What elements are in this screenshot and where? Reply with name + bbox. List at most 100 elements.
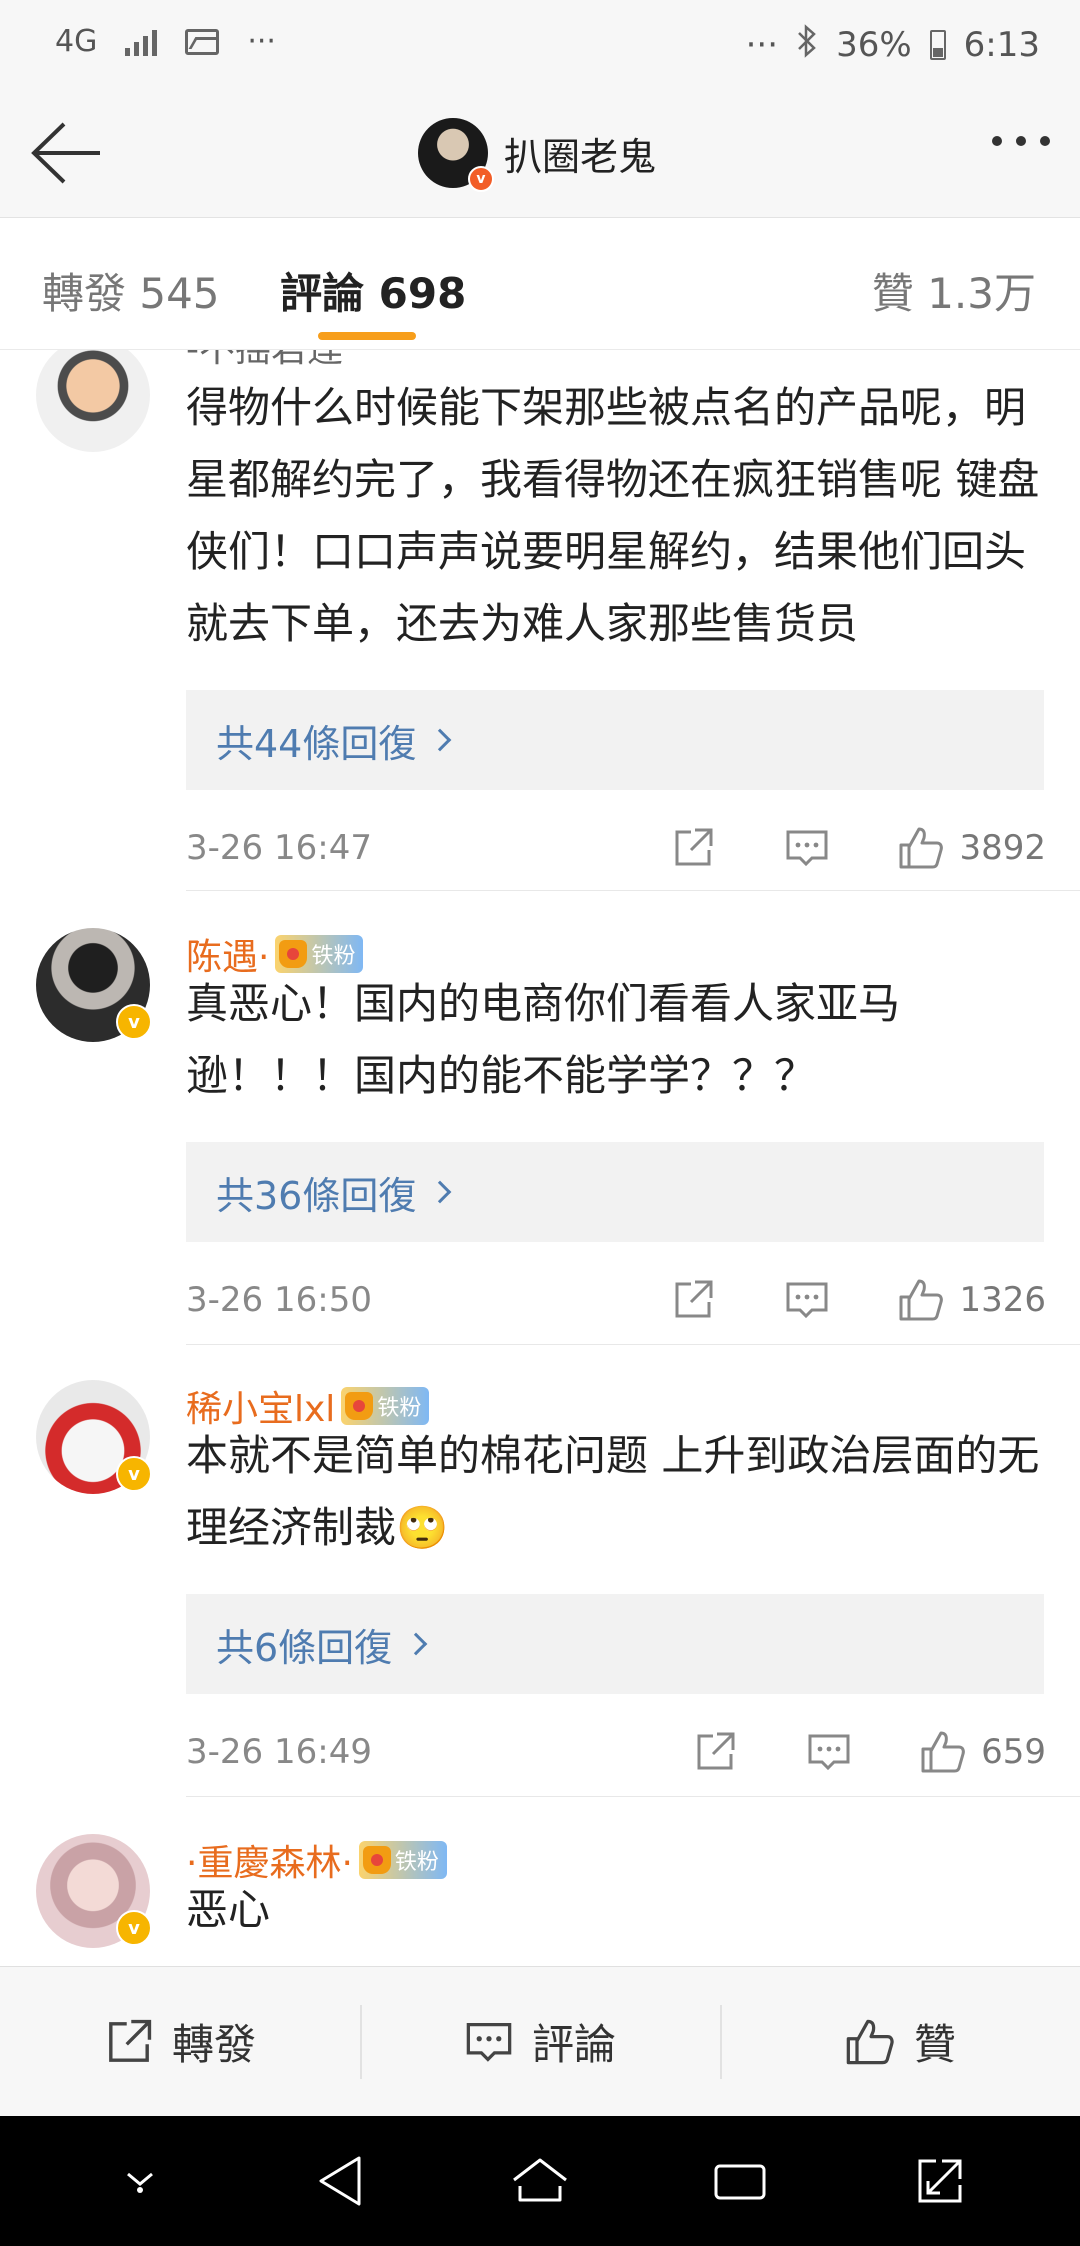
- expand-nav-button[interactable]: [900, 2141, 980, 2221]
- chevron-right-icon: [429, 728, 452, 752]
- commenter-avatar[interactable]: v: [36, 1380, 152, 1494]
- replies-count: 共6條回復: [216, 1625, 393, 1670]
- comment-compose-button[interactable]: 評論: [360, 1967, 720, 2116]
- commenter-avatar[interactable]: [36, 350, 150, 452]
- comment-text: 得物什么时候能下架那些被点名的产品呢，明星都解约完了，我看得物还在疯狂销售呢 键…: [186, 383, 1040, 648]
- like-count: 659: [981, 1732, 1046, 1772]
- comment-divider: [186, 1344, 1080, 1345]
- thumbs-up-icon: [921, 1731, 965, 1773]
- verified-badge-icon: v: [116, 1910, 152, 1946]
- commenter-name[interactable]: -不摇君莲: [186, 350, 343, 372]
- header-bar: v 扒圈老鬼: [0, 90, 1080, 218]
- battery-percent: 36%: [836, 25, 912, 65]
- share-button[interactable]: [687, 1724, 743, 1780]
- share-icon: [697, 1732, 735, 1770]
- share-icon: [675, 828, 713, 866]
- home-nav-button[interactable]: [500, 2141, 580, 2221]
- badge-label: 铁粉: [311, 944, 356, 969]
- like-label: 贊: [913, 2020, 956, 2069]
- like-button[interactable]: [915, 1724, 971, 1780]
- comment-text: 恶心: [186, 1885, 271, 1934]
- repost-button[interactable]: 轉發: [0, 1967, 360, 2116]
- replies-count: 共36條回復: [216, 1173, 417, 1218]
- hide-nav-button[interactable]: [100, 2141, 180, 2221]
- comment-time: 3-26 16:50: [186, 1280, 372, 1320]
- comment-text: 真恶心！国内的电商你们看看人家亚马逊！！！国内的能不能学学？？？: [186, 979, 901, 1100]
- bluetooth-icon: [796, 24, 818, 66]
- overflow-left-indicator: ···: [247, 24, 276, 59]
- comment-label: 評論: [531, 2020, 616, 2069]
- active-tab-indicator: [318, 332, 416, 340]
- tab-bar: 轉發 545 評論 698 贊 1.3万: [0, 218, 1080, 350]
- clock: 6:13: [963, 25, 1040, 65]
- thumbs-up-icon: [899, 1279, 944, 1321]
- thumbs-up-icon: [846, 2019, 894, 2064]
- crown-icon: [279, 940, 308, 968]
- like-post-button[interactable]: 贊: [720, 1967, 1080, 2116]
- comment-button[interactable]: [779, 1272, 835, 1328]
- commenter-avatar[interactable]: v: [36, 1834, 152, 1948]
- like-count: 3892: [959, 828, 1046, 868]
- verified-badge-icon: v: [116, 1004, 152, 1040]
- comment-time: 3-26 16:47: [186, 828, 372, 868]
- battery-icon: [929, 30, 946, 60]
- badge-label: 铁粉: [377, 1396, 422, 1421]
- image-notification-icon: [185, 28, 220, 55]
- verified-badge-icon: v: [116, 1456, 152, 1492]
- overflow-right-indicator: ···: [745, 25, 779, 65]
- author-info[interactable]: v 扒圈老鬼: [418, 118, 656, 192]
- back-nav-button[interactable]: [300, 2141, 380, 2221]
- more-options-button[interactable]: [992, 136, 1050, 146]
- signal-icon: [125, 28, 158, 56]
- recents-nav-button[interactable]: [700, 2141, 780, 2221]
- replies-count: 共44條回復: [216, 721, 417, 766]
- tab-like[interactable]: 贊 1.3万: [872, 260, 1036, 321]
- system-nav-bar: [0, 2116, 1080, 2246]
- back-button[interactable]: [28, 120, 104, 186]
- expand-icon: [918, 2159, 962, 2203]
- view-replies-button[interactable]: 共44條回復: [186, 690, 1044, 790]
- network-indicator: 4G: [55, 24, 98, 59]
- tab-repost[interactable]: 轉發 545: [42, 260, 220, 321]
- triangle-back-icon: [319, 2156, 361, 2206]
- share-icon: [109, 2019, 152, 2062]
- bottom-action-bar: 轉發 評論 贊: [0, 1966, 1080, 2116]
- view-replies-button[interactable]: 共36條回復: [186, 1142, 1044, 1242]
- comment-button[interactable]: [779, 820, 835, 876]
- tab-comment[interactable]: 評論 698: [280, 260, 466, 321]
- arrow-left-icon: [31, 122, 100, 184]
- repost-label: 轉發: [171, 2020, 256, 2069]
- view-replies-button[interactable]: 共6條回復: [186, 1594, 1044, 1694]
- thumbs-up-icon: [899, 827, 944, 869]
- crown-icon: [362, 1846, 391, 1874]
- crown-icon: [345, 1392, 374, 1420]
- chevron-right-icon: [429, 1180, 452, 1204]
- share-button[interactable]: [665, 820, 721, 876]
- comment-icon: [786, 1282, 828, 1319]
- author-name[interactable]: 扒圈老鬼: [504, 126, 656, 181]
- like-count: 1326: [959, 1280, 1046, 1320]
- comment-list[interactable]: -不摇君莲 得物什么时候能下架那些被点名的产品呢，明星都解约完了，我看得物还在疯…: [0, 350, 1080, 1966]
- comment-icon: [808, 1734, 850, 1771]
- status-bar: 4G ··· ··· 36% 6:13: [0, 0, 1080, 90]
- share-icon: [675, 1280, 713, 1318]
- badge-label: 铁粉: [394, 1850, 439, 1875]
- comment-text: 本就不是简单的棉花问题 上升到政治层面的无理经济制裁🙄: [186, 1431, 1040, 1552]
- comment-icon: [786, 830, 828, 867]
- home-icon: [513, 2158, 567, 2202]
- comment-icon: [466, 2022, 512, 2062]
- verified-badge-icon: v: [468, 166, 494, 192]
- share-button[interactable]: [665, 1272, 721, 1328]
- like-button[interactable]: [893, 820, 949, 876]
- chevron-down-icon: [127, 2172, 153, 2193]
- like-button[interactable]: [893, 1272, 949, 1328]
- recents-icon: [714, 2164, 766, 2200]
- comment-button[interactable]: [801, 1724, 857, 1780]
- comment-divider: [186, 890, 1080, 891]
- ellipsis-icon: [992, 136, 1002, 146]
- commenter-avatar[interactable]: v: [36, 928, 152, 1042]
- comment-divider: [186, 1796, 1080, 1797]
- author-avatar[interactable]: v: [418, 118, 494, 192]
- chevron-right-icon: [404, 1632, 428, 1656]
- comment-time: 3-26 16:49: [186, 1732, 372, 1772]
